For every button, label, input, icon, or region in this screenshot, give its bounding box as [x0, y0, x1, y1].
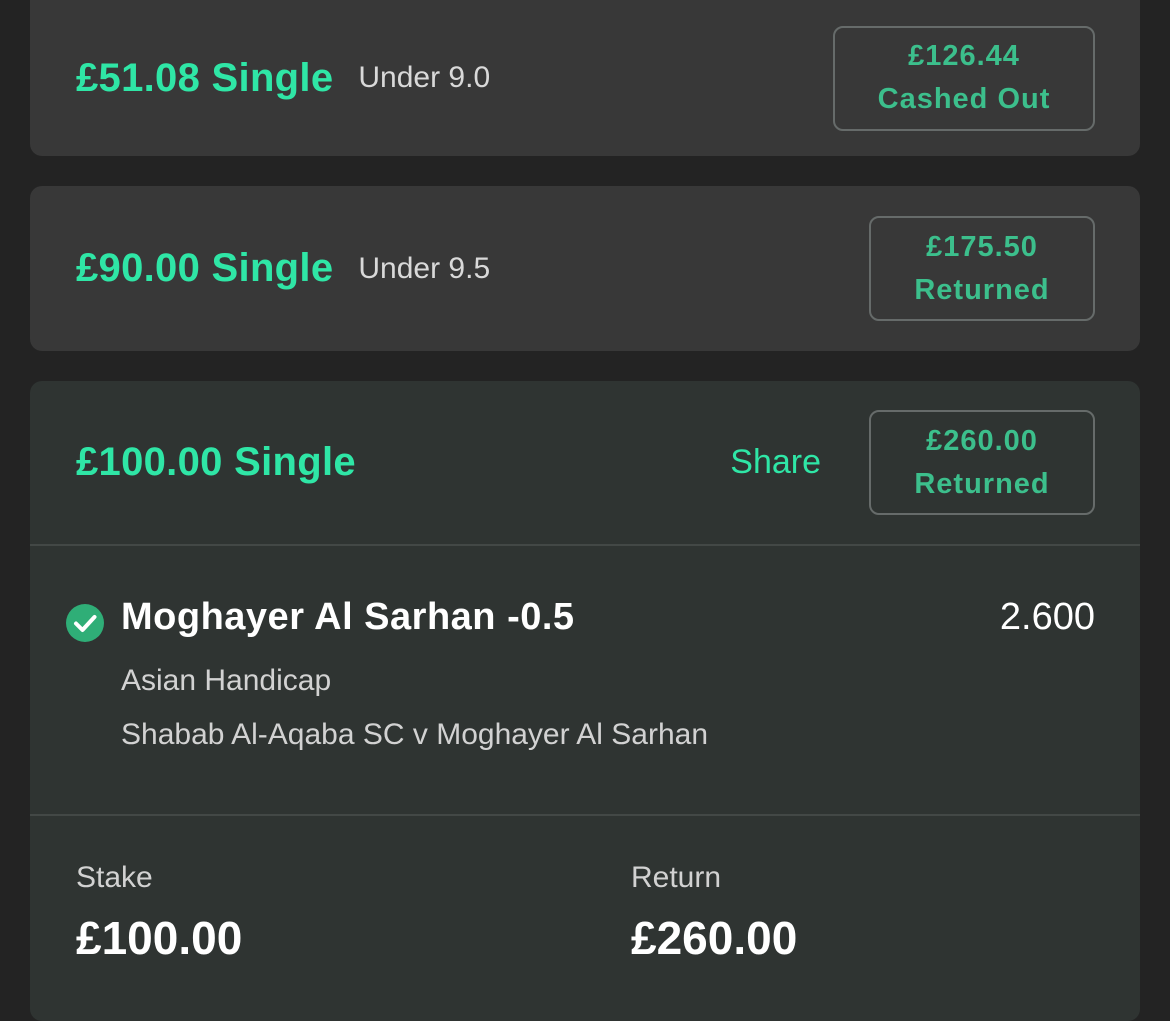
- bet-header[interactable]: £90.00 Single Under 9.5 £175.50 Returned: [30, 186, 1140, 351]
- bet-selection-summary: Under 9.0: [358, 61, 491, 94]
- bet-title: £51.08 Single: [76, 55, 334, 100]
- bet-title: £100.00 Single: [76, 440, 356, 484]
- status-label: Returned: [914, 467, 1050, 500]
- divider: [30, 814, 1140, 816]
- status-amount: £175.50: [926, 230, 1038, 263]
- selection-event: Shabab Al-Aqaba SC v Moghayer Al Sarhan: [121, 718, 709, 751]
- check-circle-icon: [66, 604, 104, 642]
- bet-header[interactable]: £51.08 Single Under 9.0 £126.44 Cashed O…: [30, 0, 1140, 156]
- bet-card[interactable]: £51.08 Single Under 9.0 £126.44 Cashed O…: [30, 0, 1140, 156]
- return-value: £260.00: [631, 912, 798, 964]
- share-button[interactable]: Share: [730, 443, 821, 482]
- status-amount: £126.44: [908, 40, 1020, 72]
- bet-selection-summary: Under 9.5: [358, 251, 491, 285]
- bet-header[interactable]: £100.00 Single Share £260.00 Returned: [30, 381, 1140, 544]
- status-label: Cashed Out: [877, 83, 1051, 115]
- stake-value: £100.00: [76, 912, 243, 964]
- cash-out-status-badge[interactable]: £126.44 Cashed Out: [833, 25, 1095, 131]
- selection-name: Moghayer Al Sarhan -0.5: [121, 596, 575, 638]
- returned-status-badge[interactable]: £175.50 Returned: [869, 216, 1095, 321]
- returned-status-badge[interactable]: £260.00 Returned: [869, 410, 1095, 515]
- bet-card[interactable]: £90.00 Single Under 9.5 £175.50 Returned: [30, 186, 1140, 351]
- selection-odds: 2.600: [999, 596, 1095, 638]
- bet-card-expanded[interactable]: £100.00 Single Share £260.00 Returned Mo…: [30, 381, 1140, 1021]
- divider: [30, 544, 1140, 546]
- selection-market: Asian Handicap: [121, 664, 332, 697]
- return-label: Return: [631, 861, 722, 894]
- status-label: Returned: [914, 273, 1050, 306]
- stake-label: Stake: [76, 861, 153, 894]
- bet-title: £90.00 Single: [76, 246, 334, 290]
- status-amount: £260.00: [926, 424, 1038, 457]
